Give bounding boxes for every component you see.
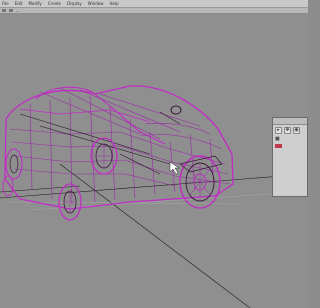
car-body-mesh [9,87,231,205]
render-icon[interactable]: ◉ [293,127,300,134]
floating-tool-window[interactable]: ▸ ✥ ◉ ■ [272,117,308,197]
material-color-swatch[interactable] [275,144,282,148]
menu-item-display[interactable]: Display [67,1,82,6]
3d-viewport[interactable] [0,14,308,308]
file-path: ... [16,8,20,13]
menu-item-help[interactable]: Help [110,1,119,6]
select-icon[interactable]: ▸ [275,127,282,134]
car-wheel-rear-right [5,148,23,180]
menu-item-edit[interactable]: Edit [15,1,23,6]
car-wheel-front-left [90,137,118,175]
move-icon[interactable]: ✥ [284,127,291,134]
car-body-outline [4,85,234,210]
toolbar-button[interactable] [2,9,6,12]
tool-window-row[interactable]: ■ [273,136,307,143]
material-icon: ■ [275,136,280,142]
car-detail-lines [19,111,181,175]
viewport-canvas[interactable] [0,14,308,308]
grid-axis-line [59,163,251,308]
car-side-mirror [170,105,182,115]
menu-bar: File Edit Modify Create Display Window H… [0,0,308,8]
car-wheel-rear-left [58,183,82,221]
menu-item-window[interactable]: Window [88,1,104,6]
menu-item-modify[interactable]: Modify [28,1,41,6]
tool-window-toolbar: ▸ ✥ ◉ [273,125,307,136]
car-wheel-rear-far [2,175,14,197]
toolbar-button[interactable] [9,9,13,12]
shadow-lines [9,193,271,211]
menu-item-create[interactable]: Create [48,1,61,6]
menu-item-file[interactable]: File [2,1,9,6]
tool-window-titlebar[interactable] [273,118,307,125]
car-wireframe[interactable] [2,85,234,221]
app-window: File Edit Modify Create Display Window H… [0,0,308,308]
tool-window-row[interactable] [273,143,307,149]
ground-grid [0,163,308,308]
mouse-cursor-icon [169,161,180,175]
car-wheel-front-right [179,155,221,209]
